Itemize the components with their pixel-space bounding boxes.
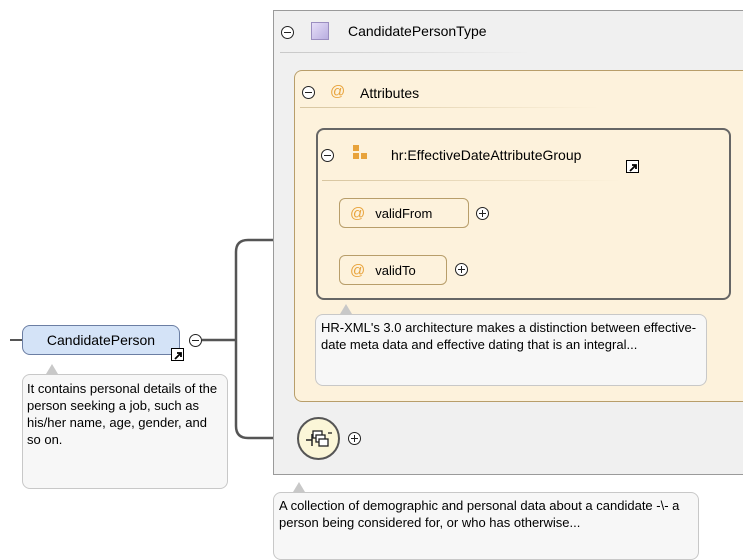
- type-note: A collection of demographic and personal…: [273, 492, 699, 560]
- attribute-validfrom-label: validFrom: [375, 205, 433, 221]
- jump-arrow-icon[interactable]: [626, 160, 639, 173]
- validto-expand-toggle[interactable]: [455, 263, 468, 276]
- element-note: It contains personal details of the pers…: [22, 374, 228, 489]
- type-collapse-toggle[interactable]: [281, 26, 294, 39]
- attribute-group-header-divider: [322, 180, 622, 181]
- sequence-compositor-icon[interactable]: [297, 417, 340, 460]
- element-collapse-toggle[interactable]: [189, 334, 202, 347]
- attribute-group-label[interactable]: hr:EffectiveDateAttributeGroup: [391, 147, 581, 163]
- attribute-group-icon: [353, 145, 371, 163]
- element-note-tail: [46, 364, 58, 374]
- jump-arrow-icon[interactable]: [171, 348, 184, 361]
- at-sign-icon: @: [350, 204, 366, 222]
- complex-type-label[interactable]: CandidatePersonType: [348, 23, 487, 39]
- element-candidateperson[interactable]: CandidatePerson: [22, 325, 180, 355]
- sequence-expand-toggle[interactable]: [348, 432, 361, 445]
- attribute-validto[interactable]: @ validTo: [339, 255, 447, 285]
- type-note-tail: [293, 482, 305, 492]
- attributes-label[interactable]: Attributes: [360, 85, 419, 101]
- element-label: CandidatePerson: [46, 332, 156, 348]
- attributes-header-divider: [300, 107, 600, 108]
- attribute-validto-label: validTo: [375, 262, 416, 278]
- complex-type-header-divider: [280, 52, 530, 53]
- attribute-group-note-tail: [340, 304, 352, 314]
- complex-type-icon: [311, 22, 329, 40]
- attributes-collapse-toggle[interactable]: [302, 86, 315, 99]
- attribute-group-collapse-toggle[interactable]: [321, 149, 334, 162]
- validfrom-expand-toggle[interactable]: [476, 207, 489, 220]
- attribute-group-note: HR-XML's 3.0 architecture makes a distin…: [315, 314, 707, 386]
- at-sign-icon: @: [350, 261, 366, 279]
- at-sign-icon: @: [330, 83, 346, 100]
- attribute-validfrom[interactable]: @ validFrom: [339, 198, 469, 228]
